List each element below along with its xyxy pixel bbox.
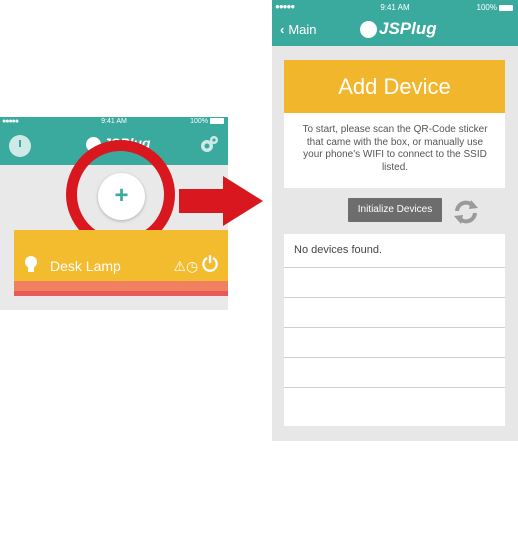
device-status-icons: ⚠◷ ⏻ (174, 254, 219, 277)
list-item[interactable]: No devices found. (284, 234, 505, 268)
logo-badge-icon (360, 21, 377, 39)
device-name: Desk Lamp (50, 258, 121, 274)
battery-percent: 100% (190, 118, 208, 125)
battery-indicator: 100% (190, 118, 224, 125)
battery-percent: 100% (476, 3, 497, 12)
list-item[interactable] (284, 328, 505, 358)
battery-indicator: 100% (477, 3, 513, 12)
chevron-left-icon: ‹ (280, 22, 285, 37)
app-logo-text: JSPlug (379, 19, 437, 38)
card-divider (14, 291, 228, 296)
status-bar: ●●●●● 9:41 AM 100% (0, 117, 228, 127)
list-item[interactable] (284, 388, 505, 425)
list-item[interactable] (284, 268, 505, 298)
initialize-devices-button[interactable]: Initialize Devices (348, 198, 442, 222)
device-list: No devices found. (284, 234, 505, 426)
list-item[interactable] (284, 358, 505, 388)
clock-icon[interactable] (9, 135, 31, 157)
app-logo: JSPlug (360, 19, 437, 39)
battery-icon (210, 118, 224, 125)
nav-bar: ‹ Main JSPlug (272, 16, 518, 46)
add-device-title: Add Device (284, 60, 505, 113)
power-icon[interactable]: ⏻ (202, 254, 218, 276)
battery-icon (499, 4, 513, 11)
alert-timer-icons: ⚠◷ (173, 258, 199, 274)
back-button[interactable]: ‹ Main (280, 22, 317, 37)
list-item-text: No devices found. (294, 244, 383, 256)
gear-icon[interactable] (198, 134, 220, 156)
device-card[interactable]: Desk Lamp ⚠◷ ⏻ (14, 230, 228, 296)
add-device-card: Add Device To start, please scan the QR-… (284, 60, 505, 188)
status-bar: ●●●●● 9:41 AM 100% (272, 0, 518, 16)
refresh-icon[interactable] (452, 199, 480, 225)
back-label: Main (288, 22, 317, 37)
add-device-instructions: To start, please scan the QR-Code sticke… (302, 124, 488, 173)
transition-arrow (179, 176, 263, 226)
lightbulb-icon (25, 256, 37, 272)
list-item[interactable] (284, 298, 505, 328)
